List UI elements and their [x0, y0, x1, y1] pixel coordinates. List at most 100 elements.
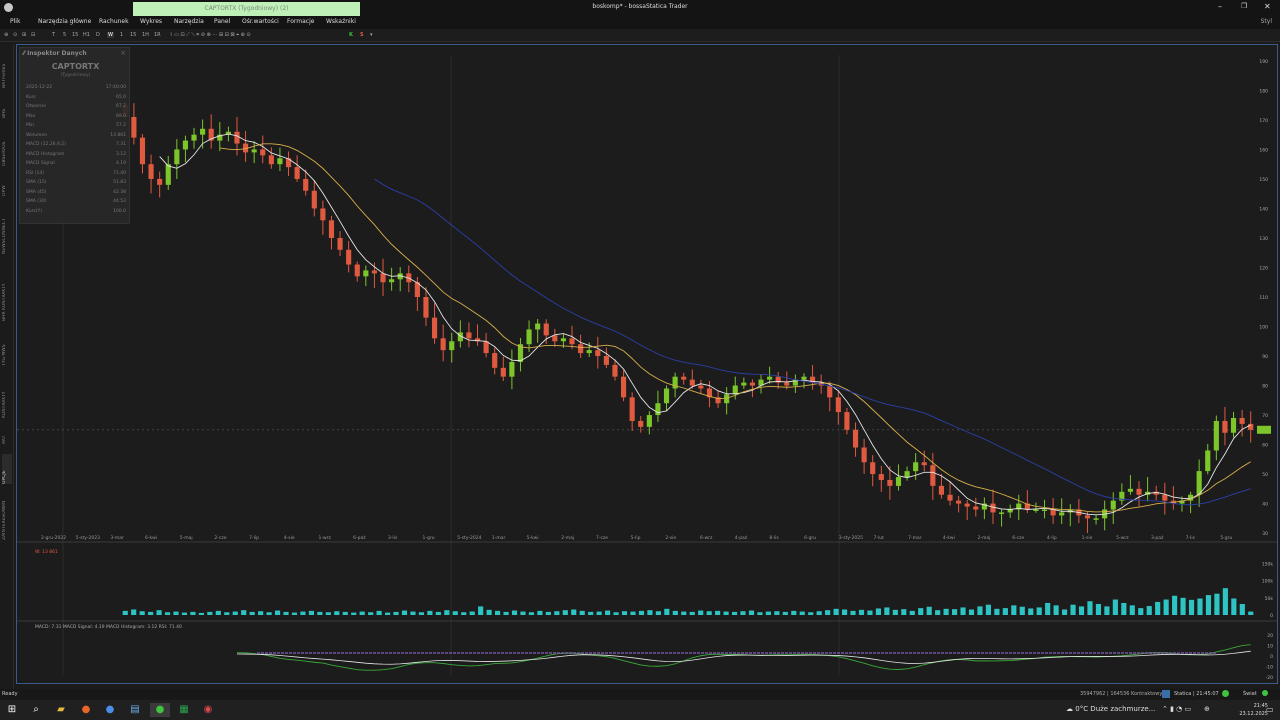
volume-bar [588, 611, 594, 615]
candle-body [569, 338, 575, 345]
language-icon[interactable]: ⊕ [1204, 705, 1210, 713]
rail-tab-bhs[interactable]: BHS [2, 96, 12, 118]
rail-tab-opw[interactable]: OPW [2, 174, 12, 196]
macd-signal-line [236, 644, 1251, 671]
minimize-icon[interactable]: – [1218, 2, 1222, 11]
menu-narzedzia-glowne[interactable]: Narzędzia główne [38, 18, 91, 25]
volume-bar [740, 611, 746, 615]
candle-body [1093, 518, 1099, 520]
weather-widget[interactable]: ☁ 0°C Duże zachmurze... [1066, 705, 1155, 713]
menu-plik[interactable]: Plik [10, 18, 20, 25]
sell-button[interactable]: S [360, 32, 364, 38]
interval-h1[interactable]: H1 [83, 32, 90, 38]
rail-tab-kontrakty[interactable]: KONTRAKTY [2, 378, 12, 418]
date-axis-label: 3-lis [388, 535, 398, 541]
notes-icon[interactable]: ▤ [128, 703, 142, 717]
volume-bar [875, 608, 881, 615]
interval-w[interactable]: W [107, 32, 114, 38]
close-icon[interactable]: ✕ [1264, 2, 1271, 11]
maximize-icon[interactable]: ❐ [1241, 2, 1247, 10]
menu-wskazniki[interactable]: Wskaźniki [326, 18, 356, 25]
candle-body [620, 376, 627, 398]
menu-narzedzia[interactable]: Narzędzia [174, 18, 204, 25]
rail-tab-zainteresowania[interactable]: ZAINTERESOWANIA [2, 500, 12, 540]
rail-tab-observos[interactable]: OBSERVOS [2, 126, 12, 166]
interval-1h[interactable]: 1H [142, 32, 149, 38]
date-axis-label: 6-cze [1012, 535, 1024, 541]
menu-panel[interactable]: Panel [214, 18, 230, 25]
candle-body [655, 403, 661, 416]
date-axis-label: 8-lis [769, 535, 779, 541]
volume-bar [1104, 606, 1110, 615]
candle-body [346, 249, 352, 265]
volume-bar [706, 611, 712, 615]
volume-bar [1070, 604, 1076, 615]
interval-1r[interactable]: 1R [154, 32, 161, 38]
candle-body [560, 338, 567, 342]
volume-bar [274, 610, 281, 615]
chrome-icon[interactable]: ● [103, 703, 117, 717]
inspector-row-key: RSI (14) [26, 170, 44, 176]
drawing-tools-icon[interactable]: ⌇ ▭ ⊡ ⟋ ⟍ ⌗ ⊘ ⊗ ⋯ ⊞ ⊟ ⊠ ⌖ ⊕ ⊙ [170, 32, 251, 38]
interval-d[interactable]: D [96, 32, 100, 38]
camera-icon[interactable]: ◉ [201, 703, 215, 717]
cursor-icon[interactable]: ⊕ [4, 32, 8, 38]
file-explorer-icon[interactable]: ▰ [54, 703, 68, 717]
search-icon[interactable]: ⌕ [29, 703, 43, 717]
date-axis-label: 2-maj [978, 535, 991, 541]
rail-tab-opcje[interactable]: OPCJE [2, 454, 12, 484]
buy-button[interactable]: K [349, 32, 353, 38]
candle-body [526, 329, 532, 345]
candle-body [191, 134, 197, 141]
chart-tab[interactable]: CAPTORTX (Tygodniowy) (2) [133, 2, 360, 16]
volume-bar [1078, 606, 1085, 615]
clock[interactable]: 21:45 23.12.2025 [1239, 702, 1268, 718]
candle-body [973, 506, 979, 510]
volume-bar [850, 610, 856, 615]
rail-tab-newsconnect[interactable]: NEWSCONNECT [2, 204, 12, 254]
rail-tab-tyg-mws[interactable]: TYG MWS [2, 332, 12, 366]
candle-body [131, 116, 137, 138]
menu-rachunek[interactable]: Rachunek [99, 18, 129, 25]
interval-1[interactable]: 1 [120, 32, 123, 38]
menu-wykres[interactable]: Wykres [140, 18, 162, 25]
candle-body [157, 178, 163, 185]
candle-body [998, 512, 1005, 514]
date-axis-label: 5-kwi [527, 535, 539, 541]
price-axis-label: 130 [1259, 236, 1268, 242]
zoom-icon[interactable]: ⊙ [13, 32, 17, 38]
date-axis-label: 6-gru [804, 535, 816, 541]
style-menu[interactable]: Styl [1261, 18, 1272, 25]
menu-osr-wartosci[interactable]: Ośr.wartości [242, 18, 279, 25]
interval-15b[interactable]: 15 [130, 32, 136, 38]
rail-tab-bhr-kontrakty[interactable]: BHR KONTRAKTY [2, 266, 12, 321]
candle-body [663, 388, 670, 404]
date-axis-label: 6-kwi [145, 535, 157, 541]
notification-icon[interactable]: ▭ [1266, 705, 1274, 714]
price-axis-label: 160 [1259, 147, 1268, 153]
rail-tab-batteries[interactable]: BATTERIES [2, 48, 12, 88]
candle-body [380, 273, 386, 283]
status-counter: 35947962 | 164536 Kontraktowy [1080, 691, 1163, 697]
pan-icon[interactable]: ⊞ [22, 32, 26, 38]
chart-canvas[interactable]: 1901801701601501401301201101009080706050… [17, 45, 1277, 683]
dropdown-icon[interactable]: ▾ [370, 32, 373, 38]
interval-5[interactable]: 5 [63, 32, 66, 38]
date-axis-label: 1-mar [492, 535, 506, 541]
interval-15[interactable]: 15 [72, 32, 78, 38]
rail-tab-akt[interactable]: AKT [2, 428, 12, 444]
candle-body [784, 382, 790, 386]
data-inspector-panel[interactable]: ⁄⁄ Inspektor Danych × CAPTORTX (Tygodnio… [19, 47, 130, 224]
inspector-close-icon[interactable]: × [120, 49, 126, 57]
candle-body [552, 335, 558, 342]
excel-icon[interactable]: ▦ [177, 703, 191, 717]
firefox-icon[interactable]: ● [79, 703, 93, 717]
tool-icon[interactable]: ⊟ [31, 32, 35, 38]
interval-t[interactable]: T [52, 32, 55, 38]
trader-app-icon[interactable]: ● [150, 703, 170, 717]
menu-formacje[interactable]: Formacje [287, 18, 314, 25]
tray-icons[interactable]: ⌃ ▮ ◔ ▭ [1162, 705, 1191, 713]
candle-body [1059, 512, 1065, 516]
windows-start-icon[interactable]: ⊞ [5, 703, 19, 717]
volume-bar [503, 611, 509, 615]
